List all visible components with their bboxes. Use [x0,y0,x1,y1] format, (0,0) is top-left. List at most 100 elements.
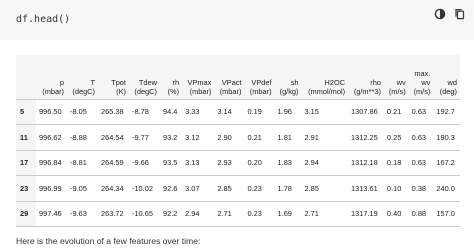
table-cell: 0.63 [411,107,427,117]
table-cell: 2.85 [217,183,232,193]
table-cell: 1.69 [277,209,292,219]
theme-toggle-icon[interactable] [434,8,446,20]
column-header: max. wv (m/s) [408,55,434,99]
column-header: Tdew (degC) [128,55,160,99]
code-cell[interactable]: df.head() [0,0,474,40]
dataframe-output: p (mbar) T (degC) Tpot (K) Tdew (degC) rh (%… [16,55,460,227]
code-toolbar [434,8,466,20]
table-row: 5 996.50 -8.05 265.38 -8.78 94.4 3.33 3.14 0.19 1… [16,99,460,125]
table-body: 5 996.50 -8.05 265.38 -8.78 94.4 3.33 3.14 0.19 1… [16,99,460,227]
table-cell: 997.46 [39,209,62,219]
table-cell: 264.59 [100,158,124,168]
row-index: 17 [16,150,36,176]
row-index: 29 [16,201,36,227]
column-header: wv (m/s) [383,55,409,99]
table-cell: 1.81 [277,132,292,142]
table-cell: 0.40 [386,209,402,219]
table-cell: 240.0 [436,183,455,193]
table-cell: -8.78 [131,107,149,117]
column-header: VPact (mbar) [214,55,245,99]
table-cell: 167.2 [436,158,455,168]
table-cell: -8.81 [70,158,87,168]
table-cell: 1312.25 [351,132,378,142]
table-cell: 2.90 [217,132,232,142]
table-cell: 2.71 [217,209,232,219]
table-cell: 3.14 [217,107,232,117]
table-cell: 1313.61 [351,183,378,193]
table-cell: -10.02 [131,183,153,193]
table-cell: 3.13 [185,158,200,168]
table-cell: 0.21 [247,132,262,142]
table-cell: 996.84 [39,158,62,168]
table-cell: 92.2 [162,209,178,219]
table-cell: 192.7 [436,107,455,117]
row-index: 5 [16,99,36,125]
table-cell: 0.10 [386,183,402,193]
row-index: 11 [16,124,36,150]
table-cell: 1.96 [277,107,292,117]
copy-icon[interactable] [454,8,466,20]
table-cell: -10.65 [131,209,153,219]
table-cell: 2.91 [304,132,319,142]
table-cell: 0.88 [411,209,427,219]
table-cell: -9.77 [131,132,149,142]
table-cell: 190.3 [436,132,455,142]
table-row: 11 996.62 -8.88 264.54 -9.77 93.2 3.12 2.90 0.21… [16,124,460,150]
table-cell: 93.2 [162,132,178,142]
table-cell: 157.0 [436,209,455,219]
table-header-row: p (mbar) T (degC) Tpot (K) Tdew (degC) rh (%… [16,55,460,99]
table-cell: 3.12 [185,132,200,142]
table-cell: 0.63 [411,132,427,142]
table-cell: 2.94 [304,158,319,168]
table-cell: 0.63 [411,158,427,168]
column-header: H2OC (mmol/mol) [301,55,349,99]
table-cell: 996.50 [39,107,62,117]
index-header [16,55,36,99]
column-header: VPdef (mbar) [244,55,275,99]
table-cell: -8.05 [70,107,87,117]
table-cell: 0.19 [247,107,262,117]
table-cell: -9.66 [131,158,149,168]
table-row: 23 996.99 -9.05 264.34 -10.02 92.6 3.07 2.85 0.2… [16,175,460,201]
table-cell: 3.33 [185,107,200,117]
table-cell: 0.21 [386,107,402,117]
table-row: 17 996.84 -8.81 264.59 -9.66 93.5 3.13 2.93 0.20… [16,150,460,176]
column-header: VPmax (mbar) [182,55,215,99]
table-row: 29 997.46 -9.63 263.72 -10.65 92.2 2.94 2.71 0.2… [16,201,460,227]
table-cell: 1.83 [277,158,292,168]
table-cell: 0.20 [247,158,262,168]
column-header: Tpot (K) [97,55,129,99]
output-caption: Here is the evolution of a few features … [16,236,201,246]
column-header: T (degC) [67,55,98,99]
table-cell: 3.07 [185,183,200,193]
column-header: rho (g/m**3) [348,55,384,99]
column-header: p (mbar) [36,55,67,99]
table-cell: 0.38 [411,183,427,193]
table-cell: 0.18 [386,158,402,168]
table-cell: 0.23 [247,209,262,219]
column-header: rh (%) [159,55,183,99]
table-cell: 0.23 [247,183,262,193]
table-cell: 265.38 [100,107,124,117]
table-cell: 264.54 [100,132,124,142]
column-header: sh (g/kg) [274,55,302,99]
table-cell: 1.78 [277,183,292,193]
row-index: 23 [16,175,36,201]
table-cell: 264.34 [100,183,124,193]
table-cell: 1312.18 [351,158,378,168]
table-cell: 2.71 [304,209,319,219]
table-cell: -9.05 [70,183,87,193]
table-cell: 2.85 [304,183,319,193]
table-cell: 2.93 [217,158,232,168]
table-cell: 0.25 [386,132,402,142]
column-header: wd (deg) [433,55,460,99]
table-cell: 93.5 [162,158,178,168]
table-cell: 2.94 [185,209,200,219]
table-cell: 1307.86 [351,107,378,117]
code-text: df.head() [16,14,71,25]
table-cell: 263.72 [100,209,124,219]
dataframe-table: p (mbar) T (degC) Tpot (K) Tdew (degC) rh (%… [16,55,460,227]
table-cell: -9.63 [70,209,87,219]
table-cell: 3.15 [304,107,319,117]
table-cell: -8.88 [70,132,87,142]
